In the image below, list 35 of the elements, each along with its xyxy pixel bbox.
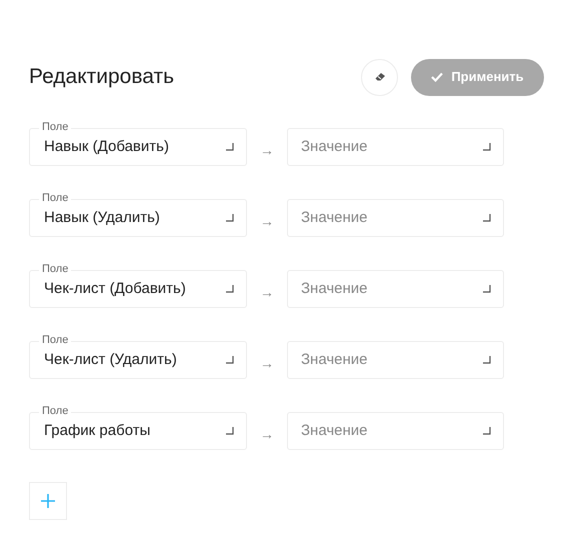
plus-icon: [41, 494, 55, 508]
corner-icon: [226, 356, 234, 364]
field-value: График работы: [44, 420, 152, 441]
value-select[interactable]: Значение: [287, 270, 504, 308]
page-title: Редактировать: [29, 64, 176, 90]
corner-icon: [483, 285, 491, 293]
corner-icon: [483, 356, 491, 364]
field-value: Чек-лист (Добавить): [44, 278, 187, 299]
corner-icon: [483, 143, 491, 151]
corner-icon: [226, 214, 234, 222]
corner-icon: [226, 427, 234, 435]
check-icon: [431, 72, 444, 82]
value-placeholder: Значение: [301, 278, 369, 299]
value-placeholder: Значение: [301, 350, 369, 370]
arrow-text: →: [259, 354, 275, 372]
eraser-icon: [374, 72, 386, 82]
value-placeholder: Значение: [301, 136, 369, 157]
value-select[interactable]: Значение: [287, 341, 504, 379]
field-value: Навык (Удалить): [44, 208, 161, 228]
value-placeholder: Значение: [301, 420, 369, 441]
value-select[interactable]: Значение: [287, 199, 504, 237]
corner-icon: [226, 143, 234, 151]
value-select[interactable]: Значение: [287, 128, 504, 166]
field-value: Навык (Добавить): [44, 136, 170, 157]
arrow-text: →: [259, 424, 275, 444]
value-select[interactable]: Значение: [287, 412, 504, 450]
arrow-text: →: [259, 282, 275, 302]
arrow-text: →: [259, 212, 275, 230]
field-value: Чек-лист (Удалить): [44, 350, 178, 370]
clear-button[interactable]: [361, 58, 398, 96]
corner-icon: [226, 285, 234, 293]
corner-icon: [483, 214, 491, 222]
arrow-text: →: [259, 140, 275, 160]
value-placeholder: Значение: [301, 208, 369, 228]
corner-icon: [483, 427, 491, 435]
